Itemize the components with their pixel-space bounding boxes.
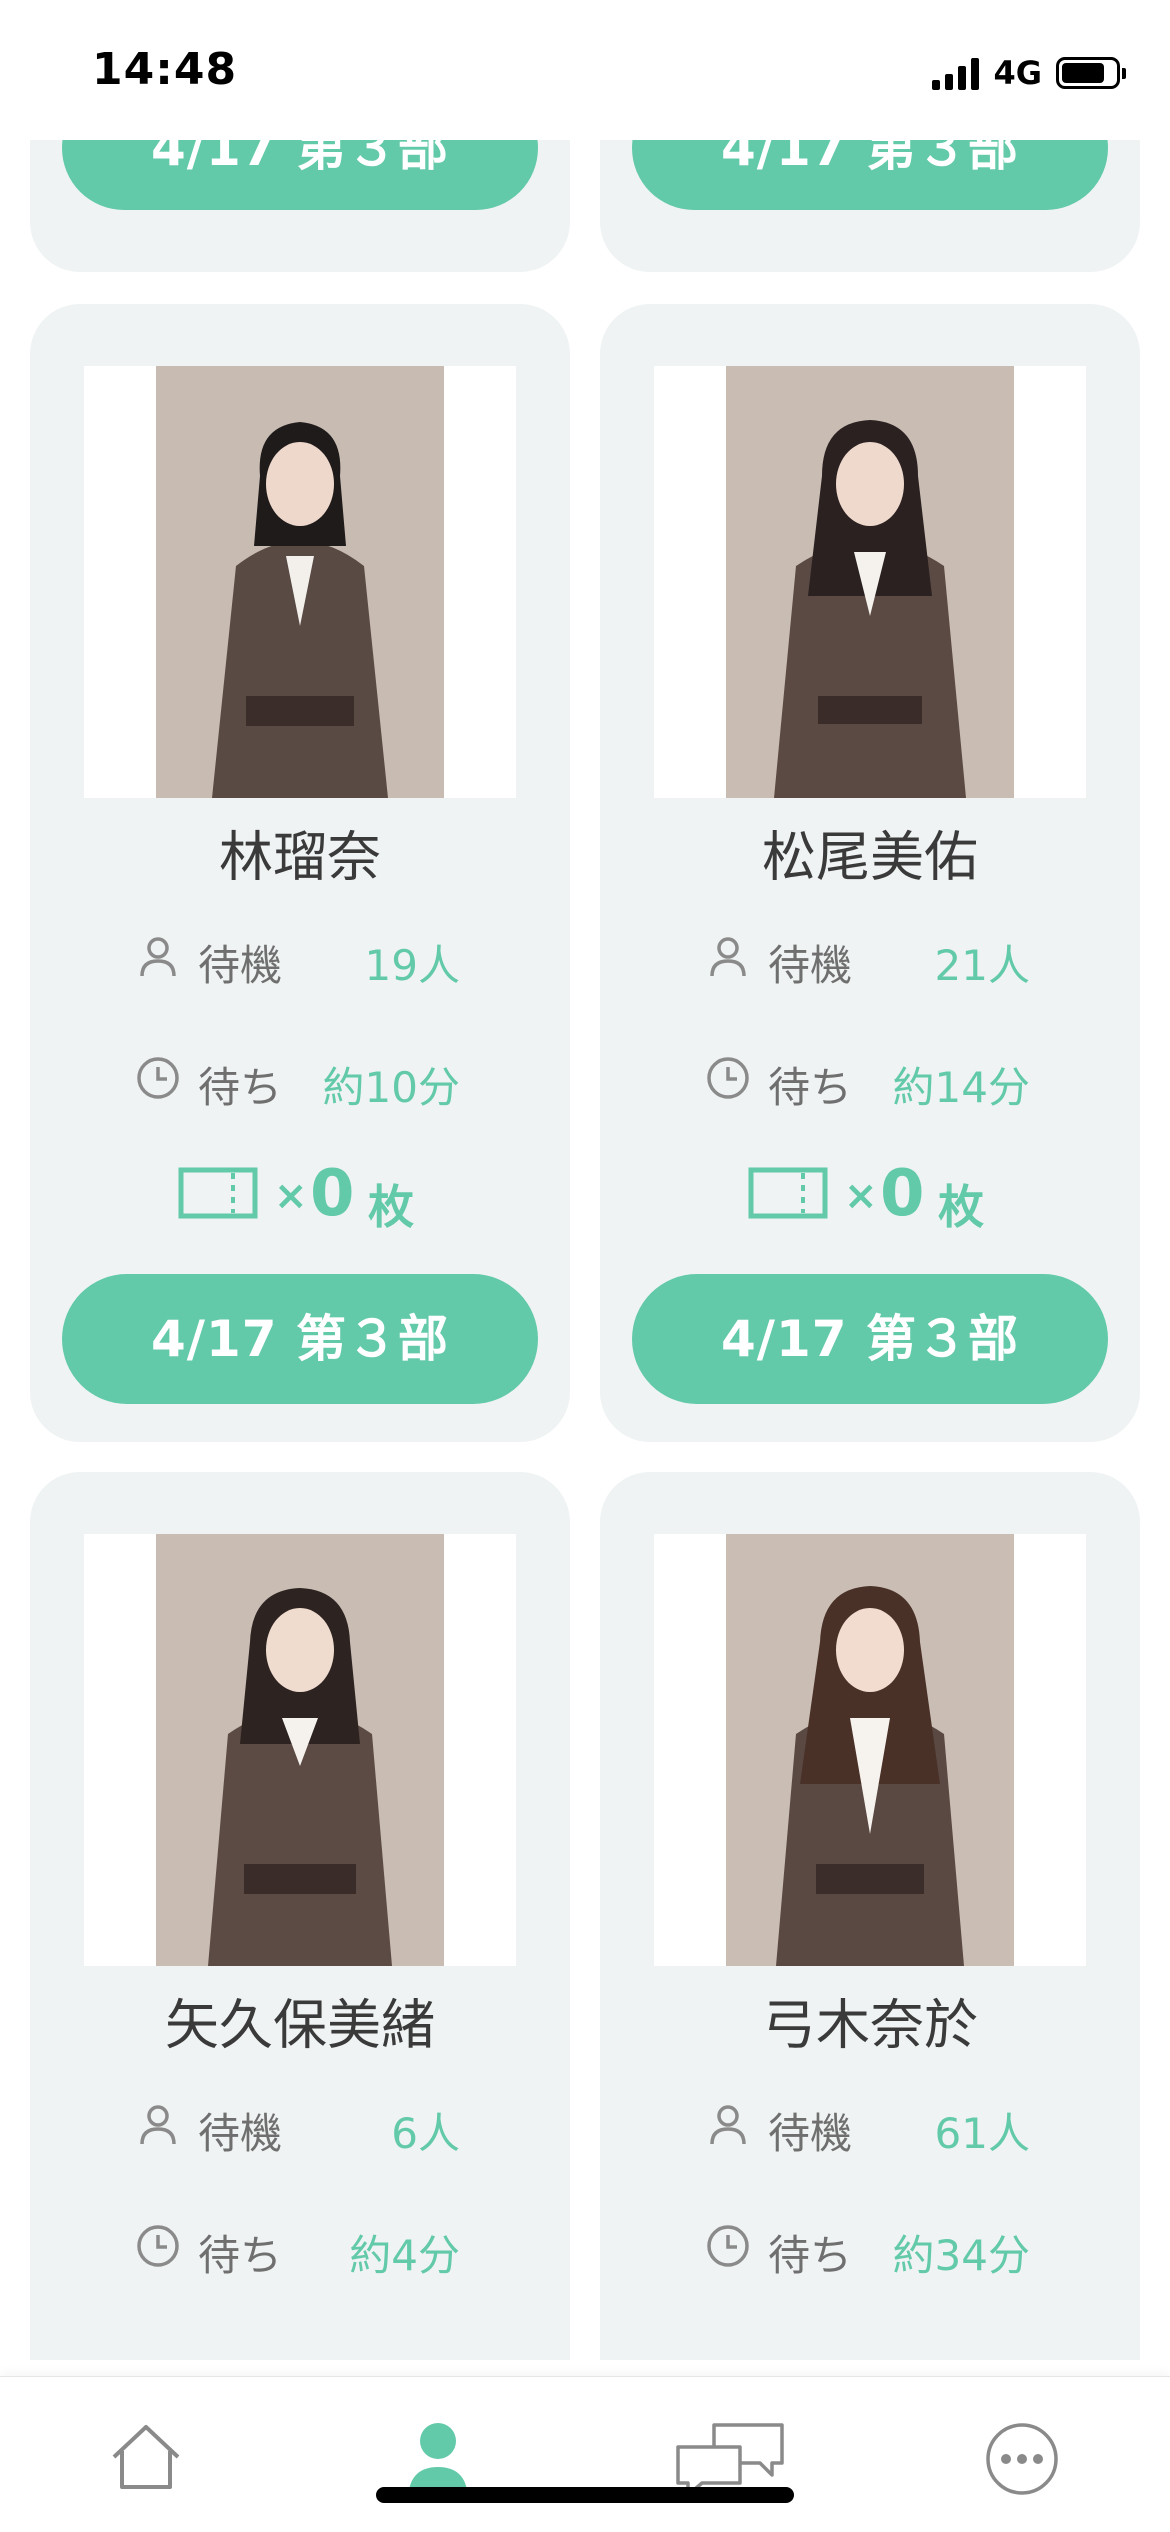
waiting-label: 待機 [768,2109,853,2158]
member-photo[interactable] [726,1534,1014,1966]
waiting-count: 6人 [391,2109,460,2158]
wait-time-row: 待ち 約34分 [600,2216,1140,2280]
waiting-count: 21人 [934,941,1030,990]
member-name: 松尾美佑 [762,825,978,889]
member-photo[interactable] [156,1534,444,1966]
waiting-count: 19人 [364,941,460,990]
member-card: 弓木奈於 待機 61人 待ち 約34分 [600,1472,1140,2360]
ticket-multiplier: × [274,1173,308,1219]
session-button[interactable]: 4/17 第３部 [632,1274,1108,1404]
member-name: 弓木奈於 [762,1993,978,2057]
wait-time-value: 約34分 [892,2231,1030,2280]
ticket-unit: 枚 [938,1180,984,1234]
person-icon [710,2105,746,2145]
clock-icon [137,2225,179,2267]
member-name: 林瑠奈 [219,825,381,889]
person-icon [140,2105,176,2145]
waiting-label: 待機 [198,941,283,990]
waiting-count: 61人 [934,2109,1030,2158]
member-photo-image [156,1534,444,1966]
wait-time-label: 待ち [198,1063,283,1112]
status-indicators: 4G [932,54,1126,92]
waiting-label: 待機 [198,2109,283,2158]
home-indicator [376,2487,794,2503]
person-icon [140,937,176,977]
wait-time-row: 待ち 約14分 [600,1048,1140,1112]
chat-icon [676,2423,784,2497]
tab-messages[interactable] [584,2377,876,2532]
member-photo-image [156,366,444,798]
wait-time-label: 待ち [768,2231,853,2280]
wait-time-row: 待ち 約4分 [30,2216,570,2280]
member-photo-frame [84,1534,516,1966]
ticket-count: 0 [310,1157,355,1231]
member-photo-image [726,1534,1014,1966]
more-icon [986,2423,1058,2495]
person-icon [710,937,746,977]
signal-icon [932,56,980,90]
network-type: 4G [993,54,1042,92]
member-card-partial: 4/17 第３部 [600,140,1140,272]
status-time: 14:48 [92,44,238,95]
ticket-unit: 枚 [368,1180,414,1234]
session-button[interactable]: 4/17 第３部 [62,140,538,210]
member-card: 松尾美佑 待機 21人 待ち 約14分 × 0 枚 4/17 第３部 [600,304,1140,1442]
member-grid[interactable]: 4/17 第３部 4/17 第３部 林瑠奈 待機 19人 待ち 約10分 × 0… [0,140,1170,2360]
member-photo-frame [654,1534,1086,1966]
member-photo-frame [84,366,516,798]
session-button[interactable]: 4/17 第３部 [62,1274,538,1404]
wait-time-value: 約10分 [322,1063,460,1112]
member-photo-frame [654,366,1086,798]
wait-time-row: 待ち 約10分 [30,1048,570,1112]
member-name: 矢久保美緒 [165,1993,435,2057]
ticket-row: × 0 枚 [600,1157,1140,1234]
member-photo[interactable] [156,366,444,798]
tab-more[interactable] [876,2377,1168,2532]
tab-home[interactable] [0,2377,292,2532]
clock-icon [707,2225,749,2267]
wait-time-label: 待ち [198,2231,283,2280]
wait-time-value: 約4分 [349,2231,460,2280]
waiting-count-row: 待機 61人 [600,2094,1140,2158]
ticket-icon [748,1167,828,1219]
wait-time-value: 約14分 [892,1063,1030,1112]
member-photo[interactable] [726,366,1014,798]
session-button[interactable]: 4/17 第３部 [632,140,1108,210]
clock-icon [137,1057,179,1099]
status-bar: 14:48 4G [0,0,1170,140]
ticket-count: 0 [880,1157,925,1231]
member-card: 矢久保美緒 待機 6人 待ち 約4分 [30,1472,570,2360]
waiting-label: 待機 [768,941,853,990]
ticket-row: × 0 枚 [30,1157,570,1234]
ticket-multiplier: × [844,1173,878,1219]
ticket-icon [178,1167,258,1219]
waiting-count-row: 待機 21人 [600,926,1140,990]
home-icon [112,2425,180,2489]
waiting-count-row: 待機 19人 [30,926,570,990]
battery-icon [1056,57,1126,89]
wait-time-label: 待ち [768,1063,853,1112]
tab-members[interactable] [292,2377,584,2532]
member-card-partial: 4/17 第３部 [30,140,570,272]
waiting-count-row: 待機 6人 [30,2094,570,2158]
member-card: 林瑠奈 待機 19人 待ち 約10分 × 0 枚 4/17 第３部 [30,304,570,1442]
member-photo-image [726,366,1014,798]
tab-bar [0,2376,1170,2532]
clock-icon [707,1057,749,1099]
